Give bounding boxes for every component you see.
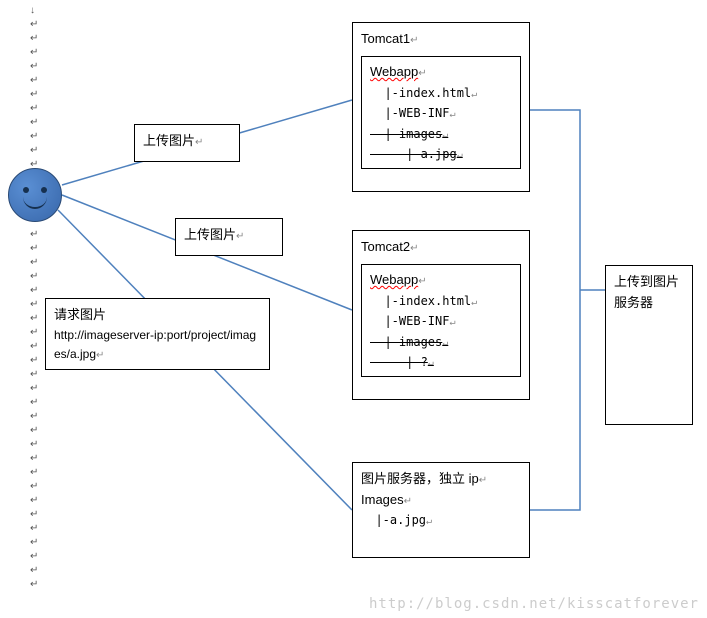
tomcat1-webapp: Webapp↵ |-index.html↵ |-WEB-INF↵ | image…: [361, 56, 521, 170]
request-url-1: http://imageserver-ip:port/project/imag: [54, 326, 261, 345]
tomcat2-line-1: |-WEB-INF↵: [370, 311, 512, 331]
tomcat2-title: Tomcat2: [361, 239, 410, 254]
tomcat1-line-1: |-WEB-INF↵: [370, 103, 512, 123]
tomcat2-webapp-title: Webapp: [370, 272, 418, 287]
image-server-subtitle: Images: [361, 492, 404, 507]
tomcat2-line-2: | images↵: [370, 332, 512, 352]
tomcat1-webapp-title: Webapp: [370, 64, 418, 79]
tomcat2-webapp: Webapp↵ |-index.html↵ |-WEB-INF↵ | image…: [361, 264, 521, 378]
upload-label-2: 上传图片: [184, 227, 236, 242]
uploadto-line1: 上传到图片: [614, 272, 684, 293]
upload-box-2: 上传图片↵: [175, 218, 283, 256]
image-server-box: 图片服务器，独立 ip↵ Images↵ |-a.jpg↵: [352, 462, 530, 558]
tomcat2-line-0: |-index.html↵: [370, 291, 512, 311]
image-server-line: |-a.jpg↵: [361, 511, 521, 530]
watermark: http://blog.csdn.net/kisscatforever: [369, 596, 699, 612]
uploadto-line2: 服务器: [614, 293, 684, 314]
tomcat2-box: Tomcat2↵ Webapp↵ |-index.html↵ |-WEB-INF…: [352, 230, 530, 400]
tomcat1-box: Tomcat1↵ Webapp↵ |-index.html↵ |-WEB-INF…: [352, 22, 530, 192]
tomcat1-title: Tomcat1: [361, 31, 410, 46]
tomcat1-line-3: | a.jpg↵: [370, 144, 512, 164]
tomcat1-line-2: | images↵: [370, 124, 512, 144]
request-title: 请求图片: [54, 305, 261, 326]
upload-box-1: 上传图片↵: [134, 124, 240, 162]
tomcat2-line-3: | ?↵: [370, 352, 512, 372]
upload-label-1: 上传图片: [143, 133, 195, 148]
tomcat1-line-0: |-index.html↵: [370, 83, 512, 103]
image-server-title: 图片服务器，独立 ip: [361, 471, 479, 486]
request-box: 请求图片 http://imageserver-ip:port/project/…: [45, 298, 270, 370]
client-icon: [8, 168, 62, 222]
request-url-2: es/a.jpg: [54, 347, 96, 361]
upload-to-server-box: 上传到图片 服务器: [605, 265, 693, 425]
margin-markers: ↓↵↵↵↵↵↵↵↵↵↵↵↵↵↵↵↵↵↵↵↵↵↵↵↵↵↵↵↵↵↵↵↵↵↵↵↵↵: [30, 4, 38, 592]
